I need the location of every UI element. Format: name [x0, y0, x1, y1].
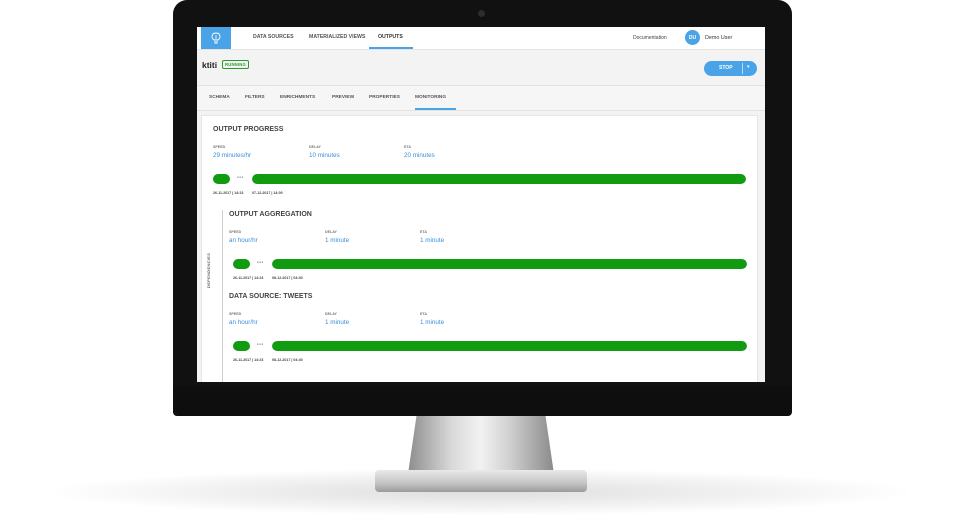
- datasource-eta-label: ETA: [420, 312, 427, 316]
- datasource-ellipsis: •••: [257, 342, 264, 348]
- monitoring-card: OUTPUT PROGRESS SPEED DELAY ETA 29 minut…: [201, 115, 758, 382]
- aggregation-speed-value: an hour/hr: [229, 237, 258, 244]
- datasource-end-date: 08-12-2017 | 04:40: [272, 358, 303, 362]
- eta-value: 20 minutes: [404, 152, 435, 159]
- aggregation-eta-value: 1 minute: [420, 237, 445, 244]
- progress-end-date: 07-12-2017 | 14:00: [252, 191, 283, 195]
- datasource-start-date: 26-11-2017 | 14:23: [233, 358, 264, 362]
- documentation-link[interactable]: Documentation: [633, 35, 667, 41]
- tab-properties[interactable]: PROPERTIES: [369, 95, 400, 100]
- aggregation-eta-label: ETA: [420, 230, 427, 234]
- tab-preview[interactable]: PREVIEW: [332, 95, 354, 100]
- tab-schema[interactable]: SCHEMA: [209, 95, 230, 100]
- status-badge: RUNNING: [222, 60, 249, 69]
- delay-value: 10 minutes: [309, 152, 340, 159]
- tab-filters[interactable]: FILTERS: [245, 95, 265, 100]
- aggregation-delay-label: DELAY: [325, 230, 337, 234]
- camera-icon: [478, 10, 485, 17]
- aggregation-progress-bar: [272, 259, 747, 269]
- progress-bar-fill: [252, 174, 746, 184]
- top-nav: DATA SOURCES MATERIALIZED VIEWS OUTPUTS …: [197, 27, 765, 50]
- progress-start-handle[interactable]: [213, 174, 230, 184]
- nav-tab-outputs[interactable]: OUTPUTS: [378, 34, 403, 40]
- aggregation-speed-label: SPEED: [229, 230, 242, 234]
- datasource-start-handle[interactable]: [233, 341, 250, 351]
- stop-label: STOP: [719, 65, 733, 71]
- avatar[interactable]: DU: [685, 30, 700, 45]
- user-name[interactable]: Demo User: [705, 35, 732, 41]
- aggregation-start-handle[interactable]: [233, 259, 250, 269]
- app-screen: DATA SOURCES MATERIALIZED VIEWS OUTPUTS …: [197, 27, 765, 382]
- tab-monitoring[interactable]: MONITORING: [415, 95, 446, 100]
- datasource-progress-fill: [272, 341, 747, 351]
- aggregation-delay-value: 1 minute: [325, 237, 350, 244]
- speed-value: 29 minutes/hr: [213, 152, 252, 159]
- nav-tab-materialized-views[interactable]: MATERIALIZED VIEWS: [309, 34, 365, 40]
- datasource-speed-label: SPEED: [229, 312, 242, 316]
- nav-tab-data-sources[interactable]: DATA SOURCES: [253, 34, 294, 40]
- monitor-stand-neck: [408, 414, 554, 474]
- aggregation-start-date: 26-11-2017 | 14:23: [233, 276, 264, 280]
- eta-label: ETA: [404, 145, 411, 149]
- tab-enrichments[interactable]: ENRICHMENTS: [280, 95, 315, 100]
- datasource-speed-value: an hour/hr: [229, 319, 258, 326]
- datasource-eta-value: 1 minute: [420, 319, 445, 326]
- output-aggregation-title: OUTPUT AGGREGATION: [229, 211, 312, 218]
- brain-icon[interactable]: [201, 27, 231, 49]
- aggregation-end-date: 08-12-2017 | 04:40: [272, 276, 303, 280]
- progress-ellipsis: •••: [237, 175, 244, 181]
- delay-label: DELAY: [309, 145, 321, 149]
- monitor-chin: [173, 386, 792, 416]
- output-subtabs: SCHEMA FILTERS ENRICHMENTS PREVIEW PROPE…: [197, 85, 765, 111]
- speed-label: SPEED: [213, 145, 226, 149]
- page-title: ktiti: [202, 60, 218, 70]
- progress-start-date: 26-11-2017 | 14:23: [213, 191, 244, 195]
- dependencies-label: DEPENDENCIES: [206, 252, 211, 288]
- aggregation-ellipsis: •••: [257, 260, 264, 266]
- datasource-delay-label: DELAY: [325, 312, 337, 316]
- subtab-active-indicator: [415, 108, 456, 110]
- datasource-delay-value: 1 minute: [325, 319, 350, 326]
- output-progress-title: OUTPUT PROGRESS: [213, 126, 284, 133]
- nav-active-indicator: [369, 47, 413, 49]
- monitor-stand-base: [375, 470, 587, 492]
- datasource-progress-bar: [272, 341, 747, 351]
- chevron-down-icon[interactable]: ▾: [747, 64, 750, 70]
- stop-button[interactable]: STOP ▾: [704, 61, 757, 76]
- progress-bar: [252, 174, 746, 184]
- stop-divider: [742, 63, 743, 74]
- aggregation-progress-fill: [272, 259, 747, 269]
- datasource-tweets-title: DATA SOURCE: TWEETS: [229, 293, 313, 300]
- dependencies-divider: [222, 210, 223, 382]
